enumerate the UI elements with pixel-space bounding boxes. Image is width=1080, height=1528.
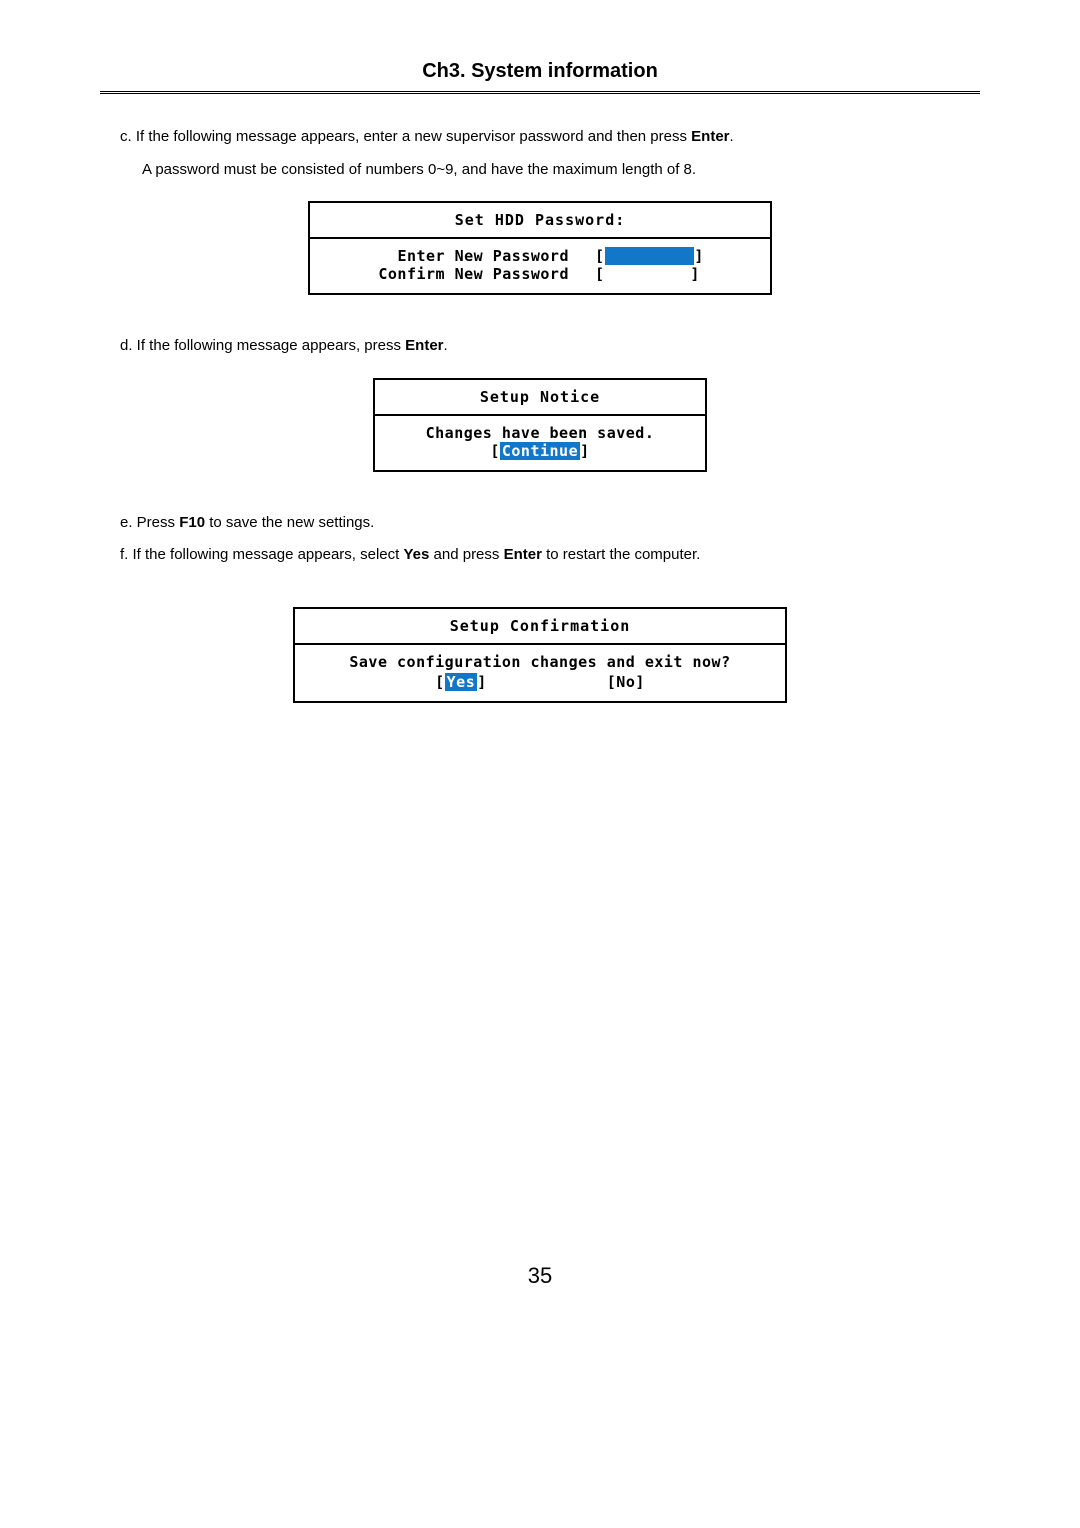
- para-c-period: .: [730, 128, 734, 145]
- para-f-yes: Yes: [403, 546, 429, 563]
- bios-notice-continue[interactable]: Continue: [500, 442, 580, 460]
- bracket-close: ]: [580, 442, 590, 460]
- bios-hdd-box: Set HDD Password: Enter New Password [ ]…: [308, 201, 772, 295]
- bios-confirm-title: Setup Confirmation: [295, 609, 785, 645]
- bracket-open: [: [595, 265, 605, 283]
- chapter-title: Ch3. System information: [120, 60, 960, 83]
- para-d-enter: Enter: [405, 337, 443, 354]
- page-number: 35: [120, 1263, 960, 1289]
- para-f-pre: f. If the following message appears, sel…: [120, 546, 403, 563]
- header-rule: [100, 91, 980, 94]
- bios-hdd-confirm-field[interactable]: [ ]: [595, 265, 700, 283]
- para-f-mid: and press: [429, 546, 503, 563]
- bios-hdd-confirm-row: Confirm New Password [ ]: [324, 265, 756, 283]
- bios-hdd-enter-highlight[interactable]: [605, 247, 695, 265]
- para-f-post: to restart the computer.: [542, 546, 700, 563]
- para-c-line2: A password must be consisted of numbers …: [142, 159, 960, 182]
- bios-confirm-box: Setup Confirmation Save configuration ch…: [293, 607, 787, 703]
- para-c-text: c. If the following message appears, ent…: [120, 128, 691, 145]
- bios-notice-box: Setup Notice Changes have been saved. [C…: [373, 378, 707, 472]
- para-f-enter: Enter: [504, 546, 542, 563]
- bios-notice-msg: Changes have been saved.: [389, 424, 691, 442]
- bios-confirm-yes[interactable]: Yes: [445, 673, 478, 691]
- para-d-text: d. If the following message appears, pre…: [120, 337, 405, 354]
- para-f-line: f. If the following message appears, sel…: [120, 544, 960, 567]
- para-e-f10: F10: [179, 514, 205, 531]
- bios-hdd-title: Set HDD Password:: [310, 203, 770, 239]
- bracket-open: [: [490, 442, 500, 460]
- bios-confirm-no[interactable]: No: [616, 673, 635, 691]
- bios-hdd-enter-label: Enter New Password: [324, 247, 575, 265]
- para-c-enter: Enter: [691, 128, 729, 145]
- bios-confirm-msg: Save configuration changes and exit now?: [309, 653, 771, 671]
- bios-confirm-no-wrap: [No]: [607, 673, 645, 691]
- para-e-line: e. Press F10 to save the new settings.: [120, 512, 960, 535]
- bios-confirm-yes-wrap: [Yes]: [435, 673, 487, 691]
- bios-hdd-enter-row: Enter New Password [ ]: [324, 247, 756, 265]
- para-e-pre: e. Press: [120, 514, 179, 531]
- para-d-period: .: [444, 337, 448, 354]
- bios-hdd-confirm-label: Confirm New Password: [324, 265, 575, 283]
- bios-notice-continue-row: [Continue]: [389, 442, 691, 460]
- para-c-line1: c. If the following message appears, ent…: [120, 126, 960, 149]
- para-e-post: to save the new settings.: [205, 514, 374, 531]
- bracket-open: [: [595, 247, 605, 265]
- bios-notice-title: Setup Notice: [375, 380, 705, 416]
- bracket-close: ]: [690, 265, 700, 283]
- bios-hdd-enter-field[interactable]: [ ]: [595, 247, 704, 265]
- para-d-line: d. If the following message appears, pre…: [120, 335, 960, 358]
- bracket-close: ]: [694, 247, 704, 265]
